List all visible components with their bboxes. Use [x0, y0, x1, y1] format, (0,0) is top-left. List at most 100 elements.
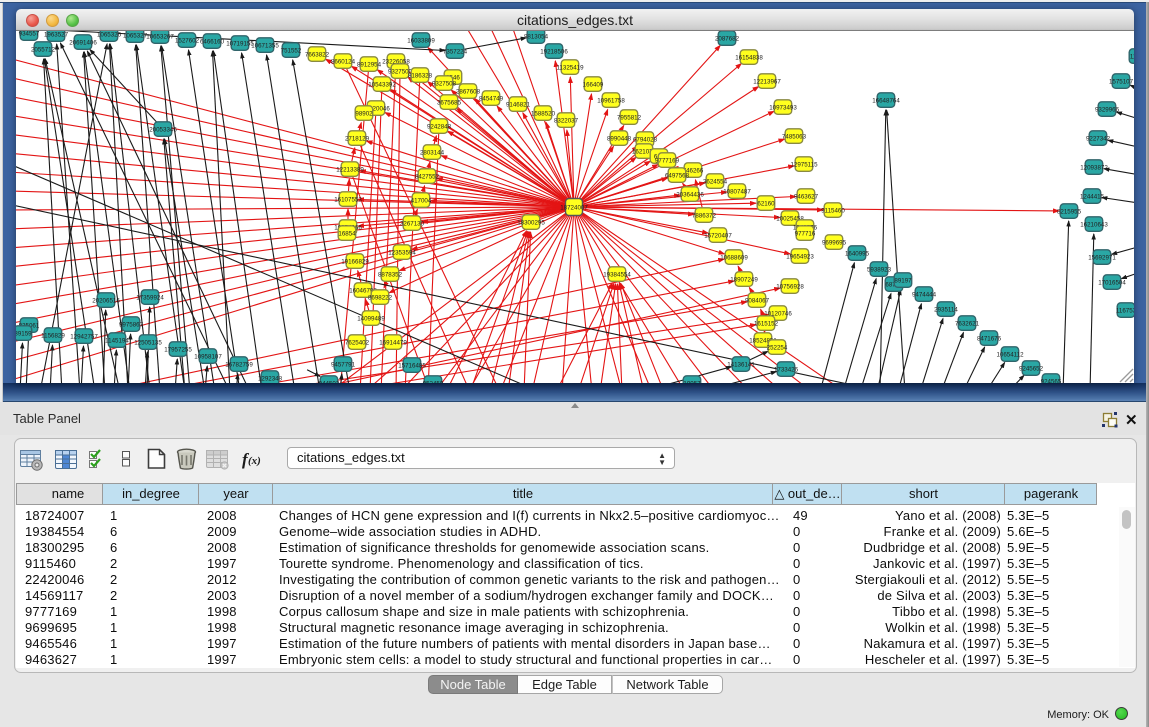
svg-text:9975867: 9975867	[119, 321, 144, 328]
svg-text:12975115: 12975115	[790, 161, 818, 168]
svg-text:10719155: 10719155	[226, 40, 254, 47]
svg-text:62160: 62160	[757, 200, 775, 207]
svg-text:9777169: 9777169	[655, 157, 680, 164]
svg-text:1145194: 1145194	[105, 337, 129, 344]
svg-text:952459: 952459	[423, 380, 444, 383]
svg-text:20691406: 20691406	[69, 39, 97, 46]
svg-text:14136141: 14136141	[727, 361, 755, 368]
svg-text:1963527: 1963527	[44, 31, 69, 38]
svg-text:3675685: 3675685	[437, 99, 462, 106]
svg-text:17957255: 17957255	[164, 346, 192, 353]
svg-text:10973493: 10973493	[769, 104, 797, 111]
svg-text:89197: 89197	[894, 277, 912, 284]
svg-text:8215955: 8215955	[1057, 208, 1082, 215]
svg-text:1588520: 1588520	[531, 110, 556, 117]
svg-text:10807487: 10807487	[723, 188, 751, 195]
svg-text:14099489: 14099489	[357, 315, 385, 322]
svg-text:417004: 417004	[411, 197, 432, 204]
svg-text:1156829: 1156829	[41, 332, 65, 339]
svg-text:7955812: 7955812	[617, 114, 642, 121]
svg-text:18907249: 18907249	[730, 276, 758, 283]
svg-text:9457791: 9457791	[331, 361, 356, 368]
svg-text:16782759: 16782759	[225, 361, 253, 368]
svg-text:18300295: 18300295	[517, 219, 545, 226]
svg-text:16033809: 16033809	[407, 37, 435, 44]
svg-text:1244415: 1244415	[1080, 193, 1105, 200]
svg-text:166409: 166409	[583, 81, 604, 88]
svg-text:9474444: 9474444	[912, 291, 937, 298]
svg-text:19384554: 19384554	[603, 271, 631, 278]
svg-text:16107553: 16107553	[334, 196, 362, 203]
svg-text:252254: 252254	[767, 344, 788, 351]
svg-text:9227342: 9227342	[1086, 135, 1111, 142]
svg-text:11325419: 11325419	[556, 64, 584, 71]
svg-text:12213967: 12213967	[753, 78, 781, 85]
svg-text:9115460: 9115460	[821, 207, 845, 214]
svg-text:20053346: 20053346	[149, 126, 177, 133]
svg-text:8698222: 8698222	[368, 294, 393, 301]
svg-text:16648764: 16648764	[872, 97, 900, 104]
svg-text:15716485: 15716485	[398, 362, 426, 369]
svg-text:1527602: 1527602	[175, 37, 200, 44]
svg-text:12213389: 12213389	[336, 166, 364, 173]
svg-text:12353594: 12353594	[388, 249, 416, 256]
svg-text:6794028: 6794028	[633, 136, 658, 143]
svg-text:7663822: 7663822	[305, 51, 330, 58]
svg-text:9146821: 9146821	[506, 101, 531, 108]
svg-text:16210643: 16210643	[1080, 221, 1108, 228]
svg-text:7886372: 7886372	[692, 212, 717, 219]
svg-text:1065327: 1065327	[123, 32, 148, 39]
svg-text:2087682: 2087682	[715, 35, 740, 42]
svg-text:8878352: 8878352	[378, 271, 403, 278]
svg-text:1615152: 1615152	[754, 320, 779, 327]
svg-text:8660124: 8660124	[331, 58, 356, 65]
svg-text:924565: 924565	[1041, 378, 1062, 383]
svg-text:19166829: 19166829	[341, 258, 369, 265]
svg-text:17016504: 17016504	[1098, 279, 1126, 286]
svg-text:9463627: 9463627	[794, 193, 819, 200]
svg-text:10654112: 10654112	[996, 351, 1024, 358]
svg-text:1575107: 1575107	[1109, 78, 1134, 85]
svg-text:10543392: 10543392	[368, 81, 396, 88]
svg-text:12093872: 12093872	[1080, 164, 1108, 171]
svg-text:98902: 98902	[355, 110, 373, 117]
svg-text:1733426: 1733426	[774, 366, 799, 373]
svg-text:6497568: 6497568	[665, 172, 690, 179]
svg-text:12505135: 12505135	[134, 339, 162, 346]
svg-text:16914479: 16914479	[379, 339, 407, 346]
svg-text:10671355: 10671355	[251, 42, 279, 49]
svg-text:2718129: 2718129	[345, 135, 370, 142]
svg-text:8990448: 8990448	[607, 135, 632, 142]
svg-text:(x): (x)	[248, 455, 261, 467]
svg-text:8186328: 8186328	[408, 72, 433, 79]
svg-text:7632621: 7632621	[955, 320, 980, 327]
svg-text:8427552: 8427552	[415, 173, 440, 180]
svg-text:17359924: 17359924	[136, 294, 164, 301]
svg-text:20364436: 20364436	[676, 191, 704, 198]
svg-text:2867608: 2867608	[456, 88, 481, 95]
svg-text:751552: 751552	[281, 47, 302, 54]
svg-text:944502: 944502	[319, 380, 340, 383]
svg-text:8471676: 8471676	[977, 335, 1002, 342]
svg-text:9245652: 9245652	[1019, 365, 1044, 372]
svg-text:9699695: 9699695	[822, 239, 847, 246]
svg-text:7357224: 7357224	[443, 48, 468, 55]
svg-text:934557: 934557	[19, 31, 40, 37]
svg-text:1065326: 1065326	[97, 31, 122, 38]
svg-text:977716: 977716	[795, 230, 816, 237]
svg-text:116753: 116753	[1116, 307, 1134, 314]
svg-text:3624554: 3624554	[703, 178, 728, 185]
svg-text:15720407: 15720407	[704, 232, 732, 239]
svg-text:3267130: 3267130	[400, 220, 425, 227]
svg-text:10958107: 10958107	[194, 353, 222, 360]
svg-text:10756928: 10756928	[776, 283, 804, 290]
svg-text:18724007: 18724007	[560, 204, 588, 211]
svg-text:8813054: 8813054	[524, 33, 549, 40]
svg-text:15692971: 15692971	[1088, 254, 1116, 261]
svg-text:1640995: 1640995	[845, 250, 870, 257]
svg-text:1292348: 1292348	[258, 375, 283, 382]
svg-text:16154838: 16154838	[735, 54, 763, 61]
svg-text:8454749: 8454749	[479, 95, 504, 102]
svg-text:5938923: 5938923	[867, 266, 892, 273]
svg-text:20206516: 20206516	[92, 297, 120, 304]
